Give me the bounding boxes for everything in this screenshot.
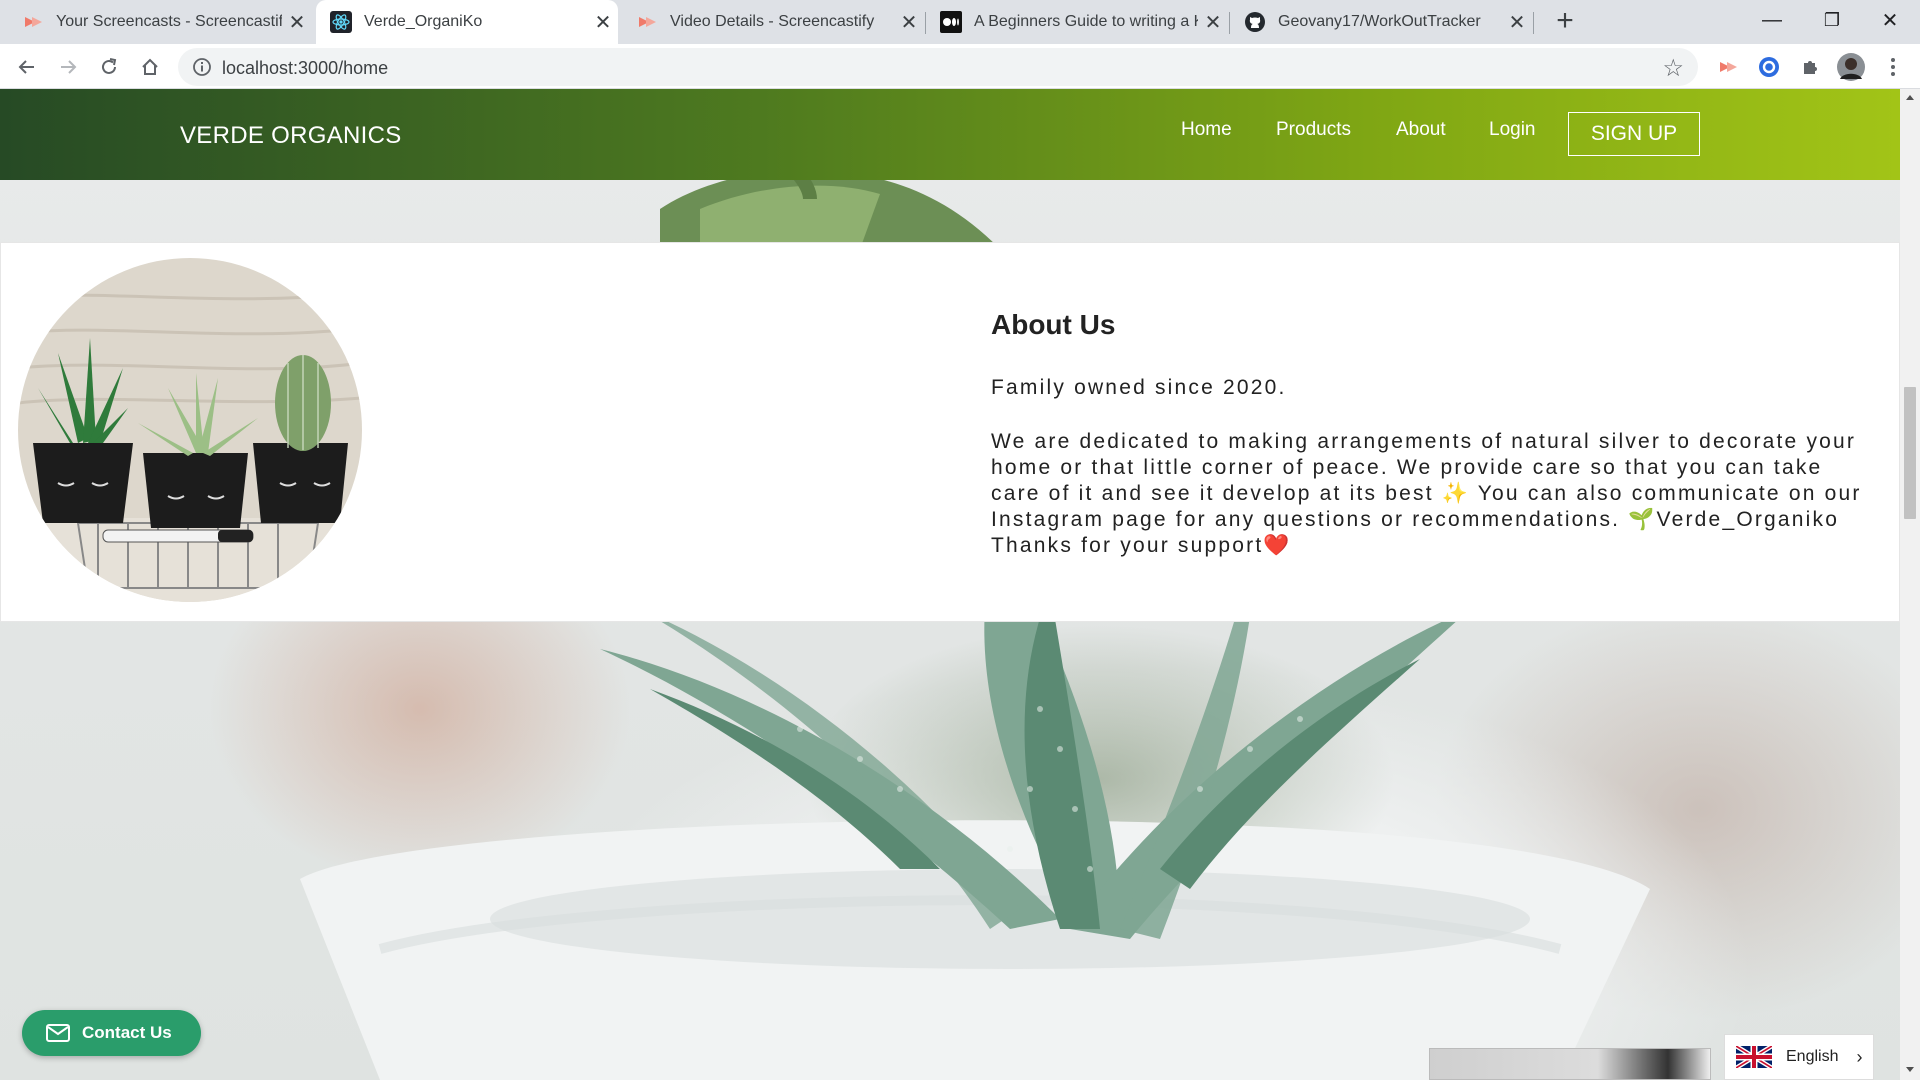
close-icon[interactable]: ✕ [588, 10, 618, 35]
reload-button[interactable] [92, 50, 126, 84]
screencastify-icon [22, 11, 44, 33]
tab-title: Geovany17/WorkOutTracker [1278, 13, 1481, 30]
window-close-button[interactable]: ✕ [1862, 0, 1918, 40]
url-text[interactable]: localhost:3000/home [222, 58, 388, 79]
language-selector[interactable]: English › [1724, 1034, 1874, 1080]
github-icon [1244, 11, 1266, 33]
extensions-button[interactable] [1793, 50, 1827, 84]
new-tab-button[interactable]: + [1548, 5, 1582, 39]
tab-screencastify-1[interactable]: Your Screencasts - Screencastify ✕ [0, 0, 312, 44]
brand-logo[interactable]: VERDE ORGANICS [180, 122, 402, 150]
browser-menu-button[interactable] [1876, 50, 1910, 84]
tab-github[interactable]: Geovany17/WorkOutTracker ✕ [1230, 0, 1532, 44]
home-button[interactable] [133, 50, 167, 84]
puzzle-icon [1804, 61, 1817, 74]
contact-us-label: Contact Us [82, 1023, 172, 1042]
tab-separator [1533, 12, 1534, 34]
page-viewport: VERDE ORGANICS Home Products About Login… [0, 89, 1900, 1080]
screencastify-extension-button[interactable] [1711, 50, 1745, 84]
cactus-pots-image [18, 258, 362, 602]
scroll-down-arrow-icon[interactable] [1906, 1067, 1914, 1072]
screencastify-icon [636, 11, 658, 33]
address-bar[interactable]: localhost:3000/home ☆ [178, 48, 1698, 86]
tab-title: Your Screencasts - Screencastify [56, 13, 282, 30]
mail-icon [46, 1024, 70, 1042]
nav-about[interactable]: About [1396, 119, 1446, 141]
reload-icon [102, 58, 117, 74]
extension-circle-icon [1759, 57, 1779, 77]
medium-icon [940, 11, 962, 33]
about-description: We are dedicated to making arrangements … [991, 430, 1862, 557]
video-preview-thumbnail[interactable] [1429, 1048, 1711, 1080]
tab-title: A Beginners Guide to writing a Ki [974, 13, 1198, 30]
about-section: About Us Family owned since 2020. We are… [0, 242, 1900, 622]
close-icon[interactable]: ✕ [282, 10, 312, 35]
language-label: English [1786, 1048, 1839, 1065]
extension-button[interactable] [1752, 50, 1786, 84]
scrollbar-thumb[interactable] [1904, 387, 1916, 519]
profile-avatar[interactable] [1834, 50, 1868, 84]
tab-screencastify-2[interactable]: Video Details - Screencastify ✕ [622, 0, 924, 44]
arrow-left-icon [18, 60, 34, 74]
close-icon[interactable]: ✕ [1502, 10, 1532, 35]
forward-button[interactable] [51, 50, 85, 84]
nav-home[interactable]: Home [1181, 119, 1232, 141]
tab-medium-article[interactable]: A Beginners Guide to writing a Ki ✕ [926, 0, 1228, 44]
uk-flag-icon [1736, 1046, 1772, 1068]
close-icon[interactable]: ✕ [1198, 10, 1228, 35]
restore-button[interactable]: ❐ [1804, 0, 1860, 40]
tab-verde-organiko[interactable]: Verde_OrganiKo ✕ [316, 0, 618, 44]
browser-toolbar: localhost:3000/home ☆ [0, 44, 1920, 89]
screencastify-icon [1720, 62, 1737, 72]
scroll-up-arrow-icon[interactable] [1906, 95, 1914, 100]
signup-button[interactable]: SIGN UP [1568, 112, 1700, 156]
site-navbar: VERDE ORGANICS Home Products About Login… [0, 89, 1900, 180]
tab-title: Verde_OrganiKo [364, 13, 483, 30]
back-button[interactable] [10, 50, 44, 84]
tab-title: Video Details - Screencastify [670, 13, 875, 30]
page-scrollbar[interactable] [1900, 89, 1920, 1080]
about-subtitle: Family owned since 2020. [991, 376, 1287, 399]
info-icon [193, 58, 211, 76]
nav-products[interactable]: Products [1276, 119, 1351, 141]
arrow-right-icon [61, 60, 77, 74]
about-title: About Us [991, 309, 1116, 340]
home-icon [142, 58, 158, 75]
react-icon [330, 11, 352, 33]
close-icon[interactable]: ✕ [894, 10, 924, 35]
nav-login[interactable]: Login [1489, 119, 1536, 141]
more-vertical-icon [1891, 58, 1895, 76]
bookmark-star-icon[interactable]: ☆ [1662, 54, 1684, 83]
minimize-button[interactable]: — [1744, 0, 1800, 40]
contact-us-button[interactable]: Contact Us [22, 1010, 201, 1056]
browser-tab-strip: Your Screencasts - Screencastify ✕ Verde… [0, 0, 1920, 44]
chevron-right-icon: › [1856, 1046, 1863, 1067]
avatar-icon [1837, 53, 1865, 81]
